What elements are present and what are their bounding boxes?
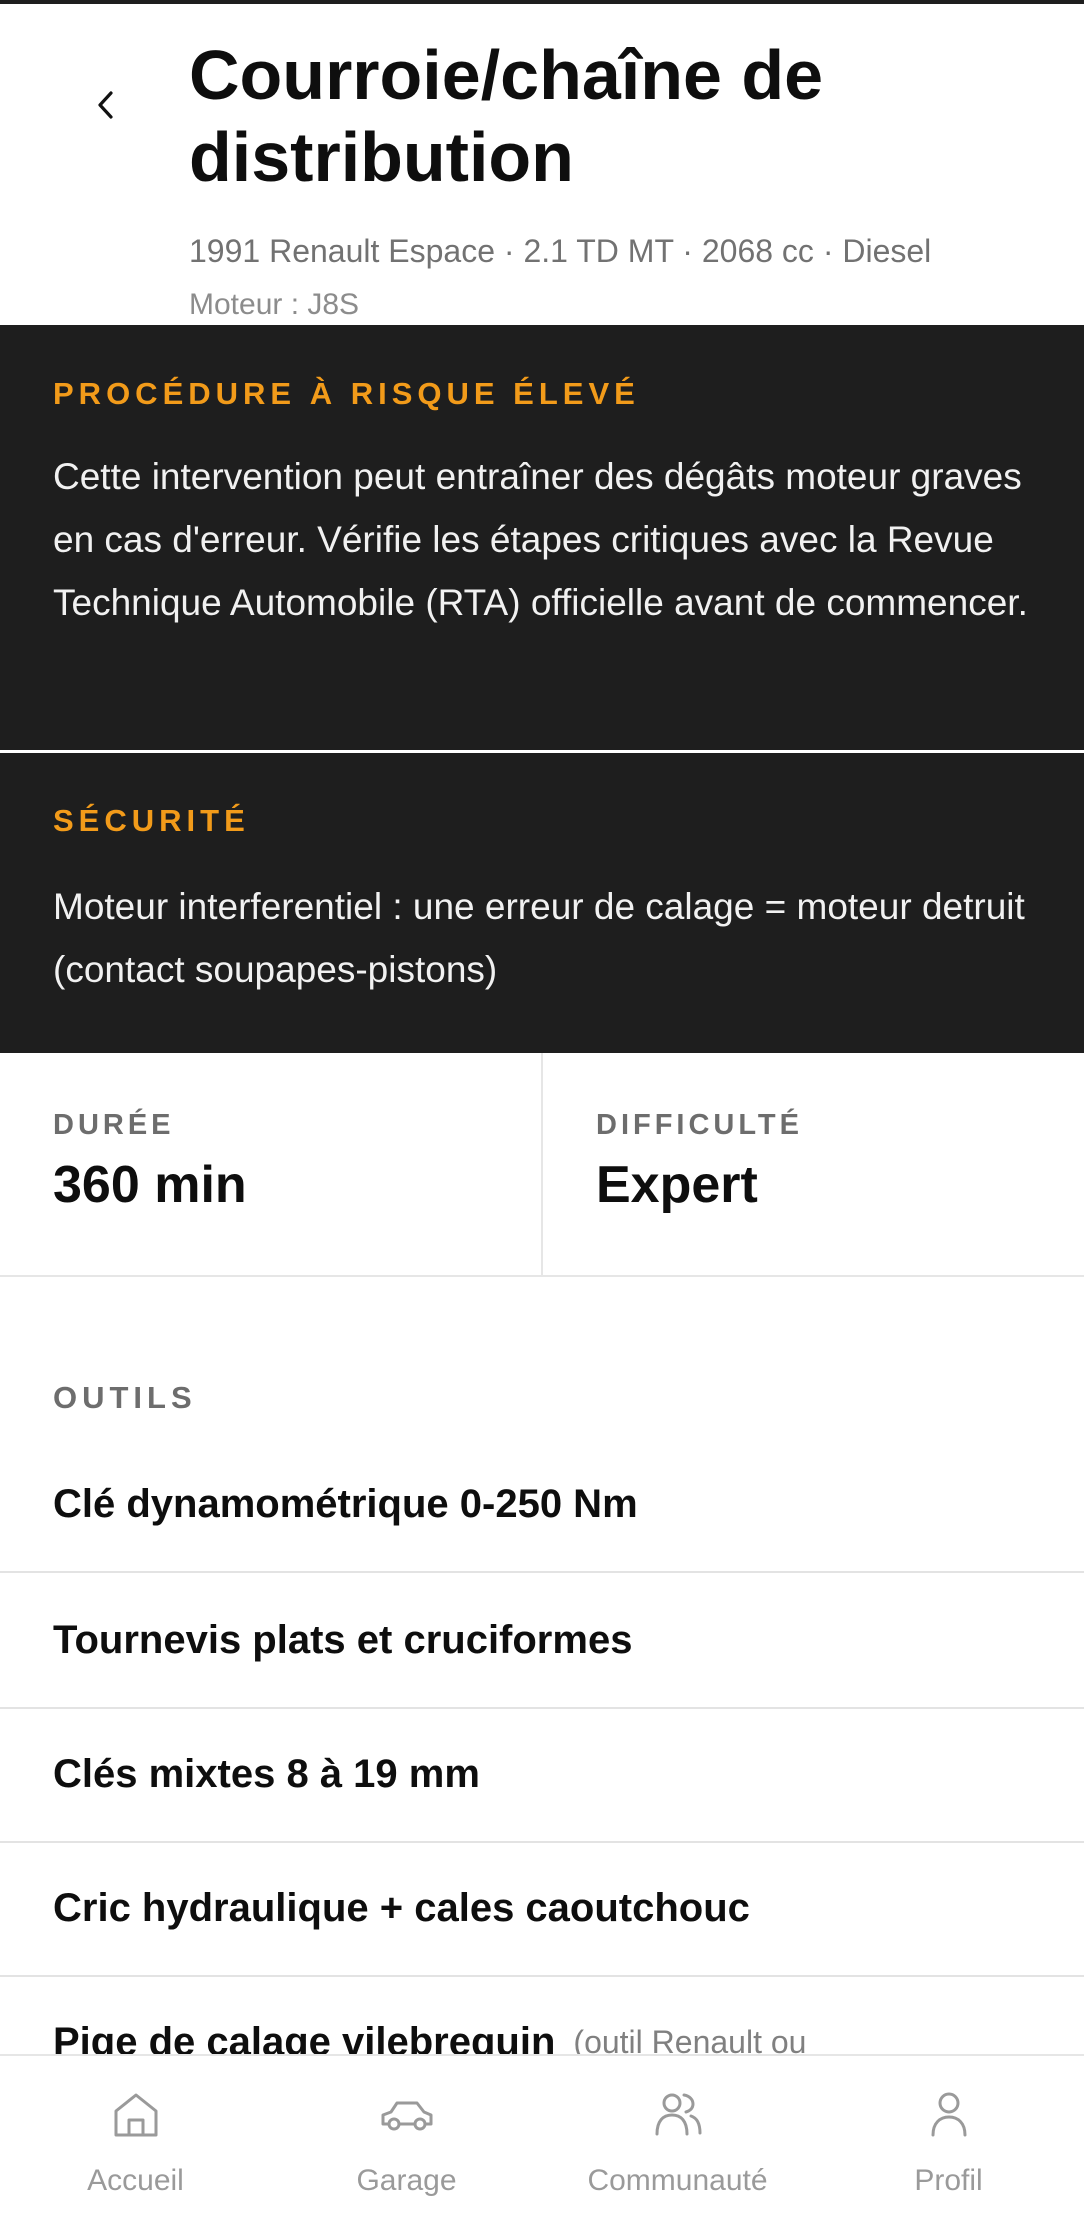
safety-text: Moteur interferentiel : une erreur de ca… bbox=[53, 886, 1025, 990]
nav-item-garage[interactable]: Garage bbox=[271, 2056, 542, 2226]
tool-name: Clés mixtes 8 à 19 mm bbox=[53, 1751, 480, 1796]
risk-text: Cette intervention peut entraîner des dé… bbox=[53, 456, 1028, 623]
difficulty-label: DIFFICULTÉ bbox=[596, 1109, 803, 1141]
risk-heading: PROCÉDURE À RISQUE ÉLEVÉ bbox=[53, 376, 640, 411]
bottom-nav: Accueil Garage Communauté Profil bbox=[0, 2054, 1084, 2226]
tool-name: Cric hydraulique + cales caoutchouc bbox=[53, 1885, 750, 1930]
difficulty-value: Expert bbox=[596, 1156, 758, 1214]
tool-name: Tournevis plats et cruciformes bbox=[53, 1617, 633, 1662]
nav-item-profil[interactable]: Profil bbox=[813, 2056, 1084, 2226]
tool-item: Cric hydraulique + cales caoutchouc bbox=[0, 1841, 1084, 1977]
engine-code: Moteur : J8S bbox=[189, 288, 360, 321]
safety-banner: SÉCURITÉ Moteur interferentiel : une err… bbox=[0, 753, 1084, 1053]
vehicle-info: 1991 Renault Espace · 2.1 TD MT · 2068 c… bbox=[189, 233, 932, 269]
community-icon bbox=[655, 2093, 701, 2136]
high-risk-banner: PROCÉDURE À RISQUE ÉLEVÉ Cette intervent… bbox=[0, 325, 1084, 750]
tools-heading: OUTILS bbox=[53, 1380, 197, 1415]
duration-value: 360 min bbox=[53, 1156, 247, 1214]
duration-stat: DURÉE 360 min bbox=[0, 1053, 543, 1275]
nav-label-accueil: Accueil bbox=[87, 2164, 184, 2197]
profile-icon bbox=[931, 2092, 966, 2137]
page-header: Courroie/chaîne de distribution 1991 Ren… bbox=[0, 4, 1084, 325]
safety-heading: SÉCURITÉ bbox=[53, 803, 250, 838]
difficulty-stat: DIFFICULTÉ Expert bbox=[543, 1053, 1084, 1275]
back-button[interactable] bbox=[84, 80, 128, 130]
tool-item: Tournevis plats et cruciformes bbox=[0, 1573, 1084, 1709]
duration-label: DURÉE bbox=[53, 1109, 175, 1141]
nav-item-accueil[interactable]: Accueil bbox=[0, 2056, 271, 2226]
nav-label-profil: Profil bbox=[914, 2164, 983, 2197]
nav-label-communaute: Communauté bbox=[587, 2164, 768, 2197]
tool-item: Clés mixtes 8 à 19 mm bbox=[0, 1707, 1084, 1843]
nav-label-garage: Garage bbox=[356, 2164, 457, 2197]
tool-name: Clé dynamométrique 0-250 Nm bbox=[53, 1481, 638, 1526]
chevron-left-icon bbox=[98, 91, 113, 119]
home-icon bbox=[114, 2093, 157, 2137]
tool-item: Clé dynamométrique 0-250 Nm bbox=[0, 1437, 1084, 1573]
page-title: Courroie/chaîne de distribution bbox=[189, 36, 824, 196]
nav-item-communaute[interactable]: Communauté bbox=[542, 2056, 813, 2226]
stats-row: DURÉE 360 min DIFFICULTÉ Expert bbox=[0, 1053, 1084, 1277]
car-icon bbox=[381, 2101, 432, 2131]
